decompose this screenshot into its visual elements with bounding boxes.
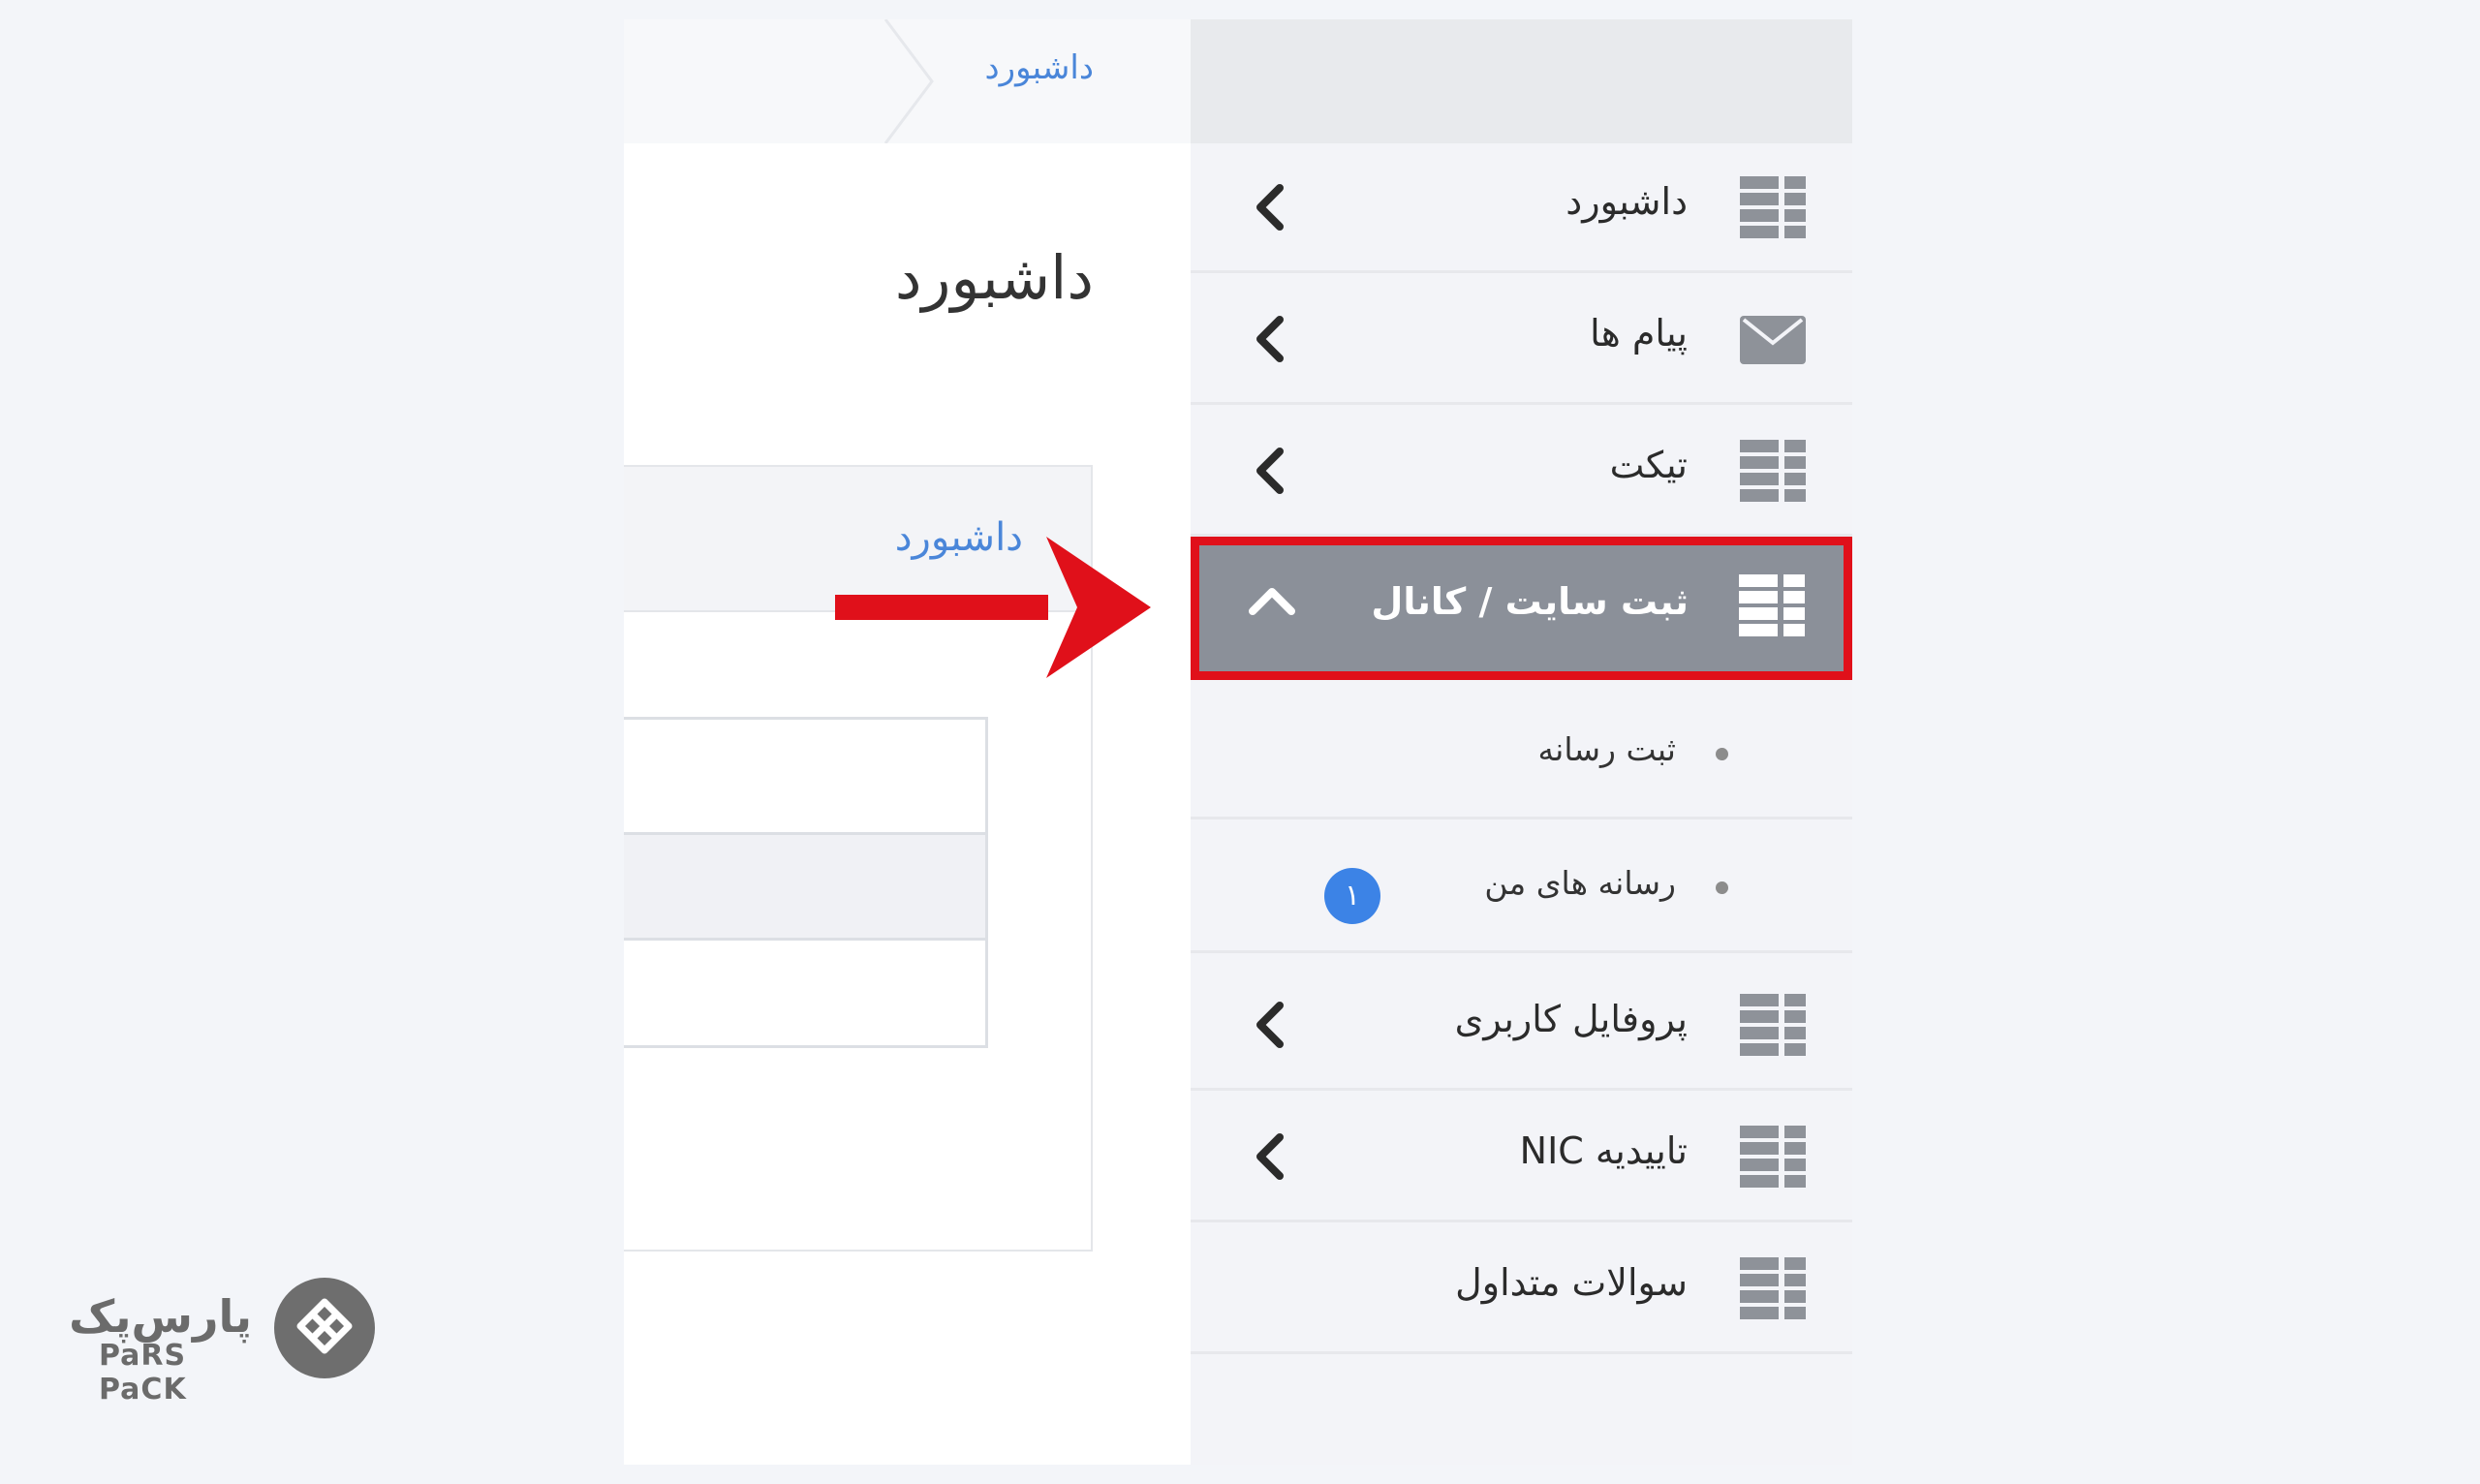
sidebar-item-label: پروفایل کاربری [1454, 998, 1688, 1040]
grid-icon [1739, 574, 1805, 636]
panel-row [624, 938, 988, 1048]
breadcrumb: داشبورد [624, 19, 1191, 143]
sidebar-item-label: تاییدیه NIC [1519, 1129, 1688, 1172]
sidebar-item-faq[interactable]: سوالات متداول [1191, 1224, 1852, 1354]
breadcrumb-link-dashboard[interactable]: داشبورد [985, 48, 1094, 97]
breadcrumb-separator [884, 19, 934, 143]
sidebar-menu: داشبورد پیام ها تیکت ثبت سایت / کانال ثب… [1191, 19, 1852, 1465]
bullet-dot [1716, 881, 1728, 894]
chevron-left-icon [1256, 316, 1284, 362]
screenshot-frame: داشبورد داشبورد داشبورد داشبورد پیام ها … [624, 19, 1852, 1465]
panel-row [624, 832, 988, 941]
grid-icon [1740, 994, 1806, 1056]
envelope-icon [1740, 316, 1806, 364]
sidebar-item-label: ثبت سایت / کانال [1371, 580, 1689, 623]
logo-text-fa: پارس‌پک [69, 1290, 252, 1343]
grid-icon [1740, 176, 1806, 238]
sidebar-item-register-site-channel[interactable]: ثبت سایت / کانال [1191, 537, 1852, 680]
parspack-logo: پارس‌پک PaRS PaCK [69, 1277, 378, 1407]
parspack-logo-icon [274, 1278, 375, 1378]
sidebar-item-label: سوالات متداول [1455, 1261, 1688, 1304]
sidebar-item-user-profile[interactable]: پروفایل کاربری [1191, 961, 1852, 1091]
submenu-item-my-media[interactable]: رسانه های من ۱ [1191, 821, 1852, 953]
page-title: داشبورد [894, 242, 1094, 313]
chevron-up-icon [1249, 588, 1295, 615]
sidebar-item-label: تیکت [1609, 444, 1688, 486]
main-content: داشبورد داشبورد داشبورد [624, 19, 1191, 1465]
panel-row [624, 717, 988, 835]
red-arrow-annotation [835, 537, 1151, 678]
count-badge: ۱ [1324, 868, 1380, 924]
bullet-dot [1716, 748, 1728, 760]
grid-icon [1740, 1126, 1806, 1188]
chevron-left-icon [1256, 1133, 1284, 1180]
chevron-left-icon [1256, 1002, 1284, 1048]
submenu-item-label: رسانه های من [1484, 864, 1676, 902]
submenu-item-label: ثبت رسانه [1537, 730, 1676, 768]
sidebar-item-messages[interactable]: پیام ها [1191, 275, 1852, 405]
submenu-item-register-media[interactable]: ثبت رسانه [1191, 688, 1852, 819]
sidebar-item-label: داشبورد [1566, 180, 1688, 223]
sidebar-item-ticket[interactable]: تیکت [1191, 407, 1852, 537]
sidebar-item-dashboard[interactable]: داشبورد [1191, 143, 1852, 273]
grid-icon [1740, 1257, 1806, 1319]
chevron-left-icon [1256, 448, 1284, 494]
grid-icon [1740, 440, 1806, 502]
chevron-left-icon [1256, 184, 1284, 231]
sidebar-header [1191, 19, 1852, 143]
logo-text-en: PaRS PaCK [99, 1339, 187, 1407]
sidebar-item-label: پیام ها [1590, 312, 1688, 355]
sidebar-item-nic-verification[interactable]: تاییدیه NIC [1191, 1093, 1852, 1222]
